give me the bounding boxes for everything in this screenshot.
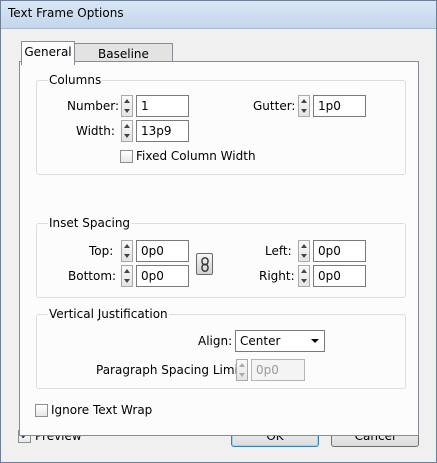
stepper-up-icon[interactable] <box>124 244 130 248</box>
window-title: Text Frame Options <box>8 6 124 20</box>
stepper-up-icon[interactable] <box>301 269 307 273</box>
vertical-justification-group <box>36 314 406 389</box>
bottom-input[interactable]: 0p0 <box>136 265 189 287</box>
stepper-down-icon[interactable] <box>124 279 130 283</box>
top-label: Top: <box>89 244 114 258</box>
stepper-up-icon[interactable] <box>239 363 245 367</box>
stepper-down-icon[interactable] <box>239 373 245 377</box>
number-label: Number: <box>67 99 120 113</box>
right-input[interactable]: 0p0 <box>313 265 366 287</box>
columns-group-label: Columns <box>48 73 103 87</box>
fixed-column-width-checkbox[interactable] <box>120 150 133 163</box>
inset-spacing-group-label: Inset Spacing <box>48 216 132 230</box>
gutter-stepper[interactable] <box>298 95 310 117</box>
stepper-up-icon[interactable] <box>124 269 130 273</box>
left-input[interactable]: 0p0 <box>313 240 366 262</box>
align-label: Align: <box>198 334 233 348</box>
tab-general[interactable]: General <box>21 41 75 65</box>
stepper-up-icon[interactable] <box>124 99 130 103</box>
gutter-label: Gutter: <box>253 99 296 113</box>
stepper-down-icon[interactable] <box>124 109 130 113</box>
align-dropdown-value: Center <box>240 334 281 348</box>
width-label: Width: <box>76 124 115 138</box>
stepper-down-icon[interactable] <box>124 134 130 138</box>
top-input[interactable]: 0p0 <box>136 240 189 262</box>
dialog-body: General Baseline Options Columns Number:… <box>1 29 436 462</box>
title-bar[interactable]: Text Frame Options <box>1 1 436 29</box>
paragraph-spacing-stepper[interactable] <box>236 359 248 381</box>
width-input[interactable]: 13p9 <box>136 120 189 142</box>
align-dropdown[interactable]: Center <box>235 330 325 352</box>
stepper-down-icon[interactable] <box>124 254 130 258</box>
ignore-text-wrap-label[interactable]: Ignore Text Wrap <box>51 403 152 417</box>
left-label: Left: <box>265 244 292 258</box>
stepper-up-icon[interactable] <box>301 244 307 248</box>
ignore-text-wrap-checkbox[interactable] <box>35 404 48 417</box>
paragraph-spacing-input[interactable]: 0p0 <box>251 359 305 381</box>
width-stepper[interactable] <box>121 120 133 142</box>
chevron-down-icon[interactable] <box>311 339 319 343</box>
general-tab-panel: Columns Number: 1 Gutter: 1p0 Width: 13p… <box>19 61 419 436</box>
number-input[interactable]: 1 <box>136 95 189 117</box>
dialog-window: Text Frame Options General Baseline Opti… <box>0 0 437 463</box>
vertical-justification-group-label: Vertical Justification <box>48 307 169 321</box>
right-stepper[interactable] <box>298 265 310 287</box>
right-label: Right: <box>259 269 295 283</box>
chain-link-icon[interactable] <box>196 253 213 275</box>
stepper-down-icon[interactable] <box>301 279 307 283</box>
stepper-down-icon[interactable] <box>301 254 307 258</box>
top-stepper[interactable] <box>121 240 133 262</box>
left-stepper[interactable] <box>298 240 310 262</box>
number-stepper[interactable] <box>121 95 133 117</box>
gutter-input[interactable]: 1p0 <box>313 95 366 117</box>
paragraph-spacing-limit-label: Paragraph Spacing Limit: <box>96 363 247 377</box>
stepper-down-icon[interactable] <box>301 109 307 113</box>
stepper-up-icon[interactable] <box>301 99 307 103</box>
bottom-label: Bottom: <box>68 269 117 283</box>
fixed-column-width-label[interactable]: Fixed Column Width <box>136 149 256 163</box>
stepper-up-icon[interactable] <box>124 124 130 128</box>
tab-general-label: General <box>24 45 72 59</box>
bottom-stepper[interactable] <box>121 265 133 287</box>
